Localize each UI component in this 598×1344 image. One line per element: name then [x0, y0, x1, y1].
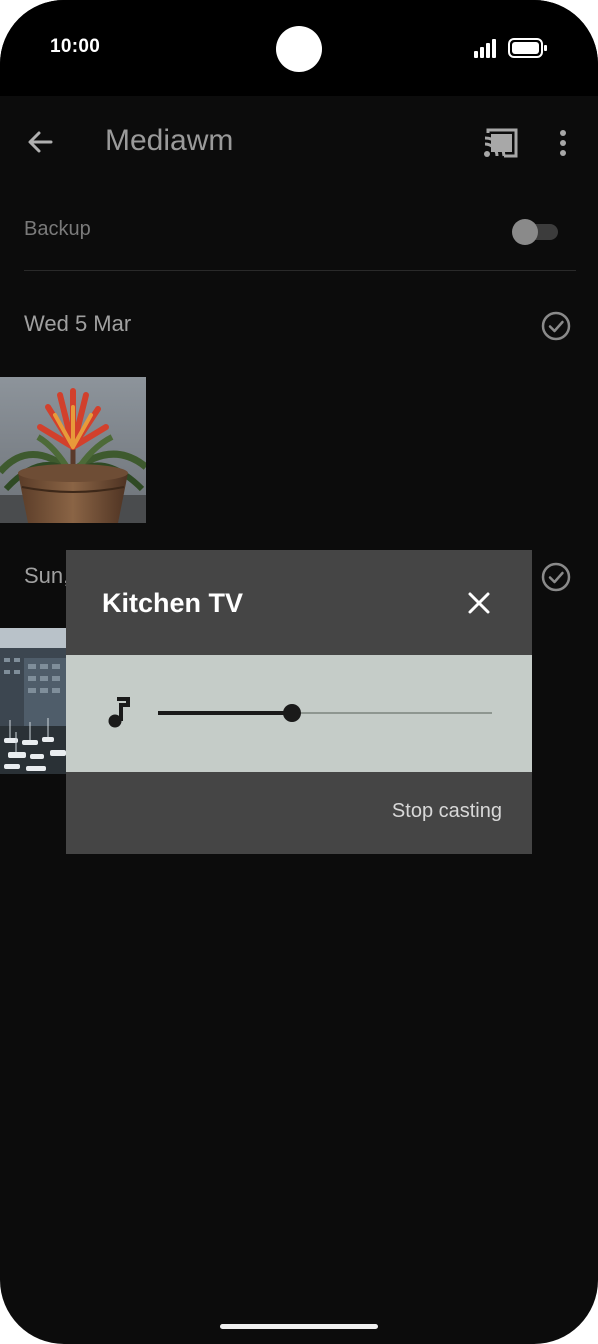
signal-icon — [474, 39, 496, 58]
backup-toggle[interactable] — [512, 219, 558, 245]
volume-slider[interactable] — [158, 701, 492, 725]
page-title: Mediawm — [105, 124, 234, 157]
close-icon[interactable] — [464, 588, 494, 618]
dialog-title: Kitchen TV — [102, 588, 244, 618]
divider — [24, 270, 576, 271]
music-note-icon — [108, 697, 130, 728]
slider-thumb[interactable] — [282, 704, 301, 722]
status-time: 10:00 — [50, 36, 101, 57]
status-bar: 10:00 — [0, 0, 598, 96]
phone-screen: 10:00 Mediawm Backup Wed 5 Mar Sun, Kitc… — [0, 0, 598, 1344]
check-circle-icon[interactable] — [540, 561, 572, 593]
backup-label: Backup — [24, 218, 91, 240]
arrow-back-icon[interactable] — [24, 126, 56, 158]
battery-icon — [508, 38, 547, 58]
home-indicator — [220, 1324, 378, 1329]
toggle-thumb — [512, 219, 538, 245]
cast-icon[interactable] — [482, 126, 520, 160]
cast-dialog: Kitchen TV Stop casting — [66, 550, 532, 854]
more-vert-icon[interactable] — [552, 128, 574, 158]
section-date: Wed 5 Mar — [24, 311, 132, 336]
front-camera — [276, 26, 322, 72]
check-circle-icon[interactable] — [540, 310, 572, 342]
slider-fill — [158, 711, 292, 715]
stop-casting-button[interactable]: Stop casting — [392, 800, 502, 823]
plant-photo[interactable] — [0, 377, 146, 523]
volume-row — [66, 655, 532, 772]
section-date: Sun, — [24, 563, 70, 588]
